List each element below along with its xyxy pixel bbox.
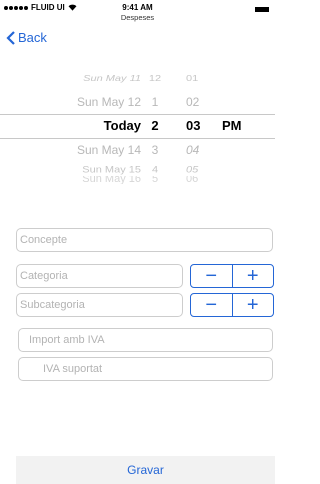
subcategoria-increment-button[interactable]: + [233, 294, 274, 316]
plus-icon: + [246, 294, 259, 316]
battery-icon [255, 7, 269, 12]
back-button[interactable]: Back [6, 30, 47, 45]
categoria-stepper[interactable]: − + [190, 264, 274, 288]
categoria-placeholder: Categoria [20, 270, 68, 282]
picker-date: Sun May 11 [83, 74, 141, 84]
picker-minute: 04 [186, 143, 200, 157]
subcategoria-placeholder: Subcategoria [20, 299, 85, 311]
import-placeholder: Import amb IVA [29, 334, 105, 346]
date-time-picker[interactable]: Sun May 11 12 01 Sun May 12 1 02 Today 2… [0, 65, 275, 200]
picker-row-selected[interactable]: Today 2 03 PM [0, 115, 275, 137]
save-button[interactable]: Gravar [16, 456, 275, 484]
minus-icon: − [205, 294, 218, 316]
picker-hour: 1 [151, 95, 159, 109]
subcategoria-decrement-button[interactable]: − [191, 294, 233, 316]
picker-date: Today [103, 118, 141, 133]
picker-date: Sun May 12 [76, 95, 141, 109]
picker-row[interactable]: Sun May 14 3 04 [0, 140, 275, 160]
picker-row[interactable]: Sun May 12 1 02 [0, 92, 275, 112]
picker-minute: 02 [186, 95, 200, 109]
categoria-increment-button[interactable]: + [233, 265, 274, 287]
plus-icon: + [246, 265, 259, 287]
picker-date: Sun May 16 [82, 176, 141, 184]
picker-minute: 03 [186, 118, 201, 133]
picker-hour: 12 [148, 74, 162, 84]
subcategoria-stepper[interactable]: − + [190, 293, 274, 317]
picker-row[interactable]: Sun May 11 12 01 [0, 72, 275, 86]
iva-suportat-field[interactable]: IVA suportat [18, 357, 273, 381]
screen-title: Despeses [120, 13, 155, 22]
picker-hour: 3 [151, 143, 159, 157]
minus-icon: − [205, 265, 218, 287]
status-time: 9:41 AM [122, 3, 153, 12]
picker-minute: 01 [186, 74, 199, 84]
categoria-field[interactable]: Categoria [16, 264, 183, 288]
import-amb-iva-field[interactable]: Import amb IVA [18, 328, 273, 352]
picker-row[interactable]: Sun May 16 5 06 [0, 176, 275, 184]
picker-date: Sun May 14 [76, 143, 141, 157]
categoria-decrement-button[interactable]: − [191, 265, 233, 287]
subcategoria-field[interactable]: Subcategoria [16, 293, 183, 317]
concepte-placeholder: Concepte [20, 234, 68, 246]
picker-hour: 2 [151, 118, 159, 133]
picker-hour: 5 [151, 176, 159, 184]
picker-minute: 06 [186, 176, 199, 184]
save-label: Gravar [127, 463, 164, 477]
concepte-field[interactable]: Concepte [16, 228, 273, 252]
picker-selection-bottom-line [0, 138, 275, 139]
iva-placeholder: IVA suportat [43, 363, 103, 375]
picker-ampm: PM [222, 118, 242, 133]
chevron-left-icon [6, 30, 15, 45]
back-label: Back [18, 30, 47, 45]
